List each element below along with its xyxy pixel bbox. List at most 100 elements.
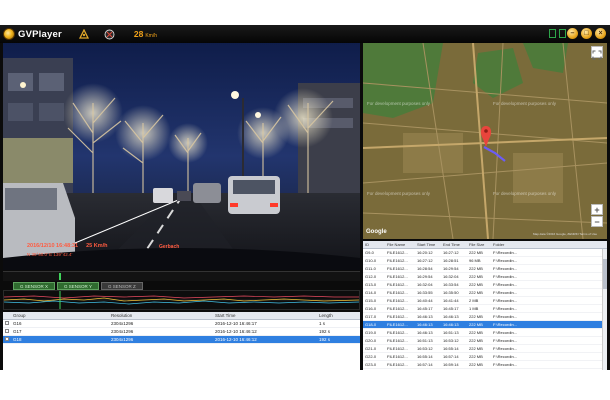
- cell-file-size: 222 MB: [469, 362, 483, 367]
- tab-sensor-z[interactable]: G SENSOR Z: [100, 282, 143, 290]
- col-end-time[interactable]: End Time: [441, 242, 467, 247]
- cell-length: 192 s: [319, 329, 331, 334]
- file-row[interactable]: G17-0 FILE1612... 16:46:13 16:46:13 222 MB F:…: [363, 313, 607, 321]
- group-row[interactable]: G17 2304x1296 2016-12-10 16:46:12 192 s: [3, 328, 360, 336]
- cell-end-time: 16:46:13: [443, 322, 459, 327]
- file-row[interactable]: G9-0 FILE1612... 16:20:12 16:27:12 222 MB F:\…: [363, 249, 607, 257]
- sensor-tabs: G SENSOR X G SENSOR Y G SENSOR Z: [3, 282, 360, 290]
- cell-id: G16-0: [365, 306, 377, 311]
- scrollbar-thumb[interactable]: [603, 259, 607, 289]
- row-checkbox[interactable]: [3, 337, 11, 342]
- dashcam-frame: [3, 43, 360, 270]
- col-start-time[interactable]: Start Time: [415, 242, 441, 247]
- cell-file-size: 222 MB: [469, 250, 483, 255]
- map-attribution[interactable]: Map data ©2016 Google, ZENRIN Terms of U…: [533, 232, 597, 236]
- file-row[interactable]: G15-0 FILE1612... 16:40:44 16:41:44 2 MB F:\R…: [363, 297, 607, 305]
- close-button[interactable]: ×: [595, 28, 606, 39]
- g-sensor-graph[interactable]: [3, 290, 360, 310]
- cell-start-time: 16:57:14: [417, 362, 433, 367]
- col-resolution[interactable]: Resolution: [109, 313, 213, 318]
- cell-start-time: 16:51:13: [417, 338, 433, 343]
- google-logo: Google: [366, 229, 387, 235]
- file-row[interactable]: G23-0 FILE1612... 16:57:14 16:59:14 222 MB F:…: [363, 361, 607, 369]
- col-group[interactable]: Group: [11, 313, 109, 318]
- cell-resolution: 2304x1296: [111, 321, 134, 326]
- row-checkbox[interactable]: [3, 321, 11, 326]
- file-row[interactable]: G19-0 FILE1612... 16:46:13 16:51:13 222 MB F:…: [363, 329, 607, 337]
- map-canvas: [363, 43, 607, 239]
- group-row[interactable]: G18 2304x1296 2016-12-10 16:46:12 192 s: [3, 336, 360, 344]
- cell-start-time: 2016-12-10 16:46:17: [215, 321, 257, 326]
- video-view[interactable]: 2016/12/10 16:48:31 25 Km/h N 35°40.0' E …: [3, 43, 360, 270]
- speed-value: 28: [133, 29, 144, 39]
- map-dev-note-3: For development purposes only: [367, 191, 431, 196]
- file-row[interactable]: G11-0 FILE1612... 16:28:54 16:29:54 222 MB F:…: [363, 265, 607, 273]
- file-row[interactable]: G14-0 FILE1612... 16:33:55 16:35:50 222 MB F:…: [363, 289, 607, 297]
- cell-length: 1 s: [319, 321, 326, 326]
- fullscreen-button[interactable]: [591, 46, 603, 60]
- file-table-scrollbar[interactable]: [602, 249, 607, 370]
- gvplayer-window: GVPlayer 28 Km/h – □ × 2016/12/10 16:48:…: [0, 25, 610, 370]
- cell-start-time: 2016-12-10 16:46:12: [215, 337, 257, 342]
- cell-start-time: 16:32:04: [417, 282, 433, 287]
- cell-start-time: 16:28:54: [417, 266, 433, 271]
- file-table: ID File Name Start Time End Time File Si…: [363, 241, 607, 370]
- gps-globe-icon[interactable]: [104, 28, 116, 40]
- cell-start-time: 2016-12-10 16:46:12: [215, 329, 257, 334]
- timeline-marker[interactable]: [59, 273, 61, 280]
- cell-id: G11-0: [365, 266, 376, 271]
- col-id[interactable]: ID: [363, 242, 385, 247]
- cell-file-size: 1 MB: [469, 306, 479, 311]
- signal-icon[interactable]: [78, 28, 90, 40]
- cell-id: G23-0: [365, 362, 377, 367]
- cell-start-time: 16:40:44: [417, 298, 433, 303]
- file-row[interactable]: G21-0 FILE1612... 16:53:12 16:55:14 222 MB F:…: [363, 345, 607, 353]
- file-row[interactable]: G22-0 FILE1612... 16:55:14 16:57:14 222 MB F:…: [363, 353, 607, 361]
- row-checkbox[interactable]: [3, 329, 11, 334]
- col-start-time[interactable]: Start Time: [213, 313, 317, 318]
- col-file-size[interactable]: File Size: [467, 242, 491, 247]
- cell-end-time: 16:29:54: [443, 266, 459, 271]
- col-length[interactable]: Length: [317, 313, 357, 318]
- file-row[interactable]: G13-0 FILE1612... 16:32:04 16:33:54 222 MB F:…: [363, 281, 607, 289]
- map-view[interactable]: For development purposes only For develo…: [363, 43, 607, 239]
- minimize-button[interactable]: –: [567, 28, 578, 39]
- cell-folder: F:\Recordin...: [493, 354, 518, 359]
- cell-folder: F:\Recordin...: [493, 282, 518, 287]
- cell-start-time: 16:46:13: [417, 322, 433, 327]
- speed-readout: 28 Km/h: [134, 29, 157, 39]
- zoom-out-button[interactable]: −: [591, 216, 603, 227]
- cell-end-time: 16:33:54: [443, 282, 459, 287]
- cell-end-time: 16:59:14: [443, 362, 459, 367]
- maximize-button[interactable]: □: [581, 28, 592, 39]
- col-folder[interactable]: Folder: [491, 242, 521, 247]
- cell-id: G20-0: [365, 338, 377, 343]
- cell-file-size: 222 MB: [469, 354, 483, 359]
- group-table: Group Resolution Start Time Length G16 23…: [3, 312, 360, 370]
- cell-file-size: 222 MB: [469, 330, 483, 335]
- cell-file-name: FILE1612...: [387, 258, 408, 263]
- tab-sensor-y[interactable]: G SENSOR Y: [57, 282, 99, 290]
- layout-dual-icon[interactable]: [559, 29, 566, 38]
- file-row[interactable]: G18-0 FILE1612... 16:46:13 16:46:13 222 MB F:…: [363, 321, 607, 329]
- app-logo-icon: [3, 28, 15, 40]
- timeline-bar[interactable]: [3, 271, 360, 281]
- cell-id: G17-0: [365, 314, 377, 319]
- cell-file-size: 222 MB: [469, 338, 483, 343]
- col-file-name[interactable]: File Name: [385, 242, 415, 247]
- zoom-in-button[interactable]: +: [591, 204, 603, 215]
- file-row[interactable]: G16-0 FILE1612... 16:45:17 16:45:17 1 MB F:\R…: [363, 305, 607, 313]
- file-row[interactable]: G24-0FILE1612...16:59:1417:01:14222 MBF:…: [363, 369, 607, 370]
- tab-sensor-x[interactable]: G SENSOR X: [13, 282, 56, 290]
- cell-folder: F:\Recordin...: [493, 330, 518, 335]
- cell-file-name: FILE1612...: [387, 298, 408, 303]
- layout-single-icon[interactable]: [549, 29, 556, 38]
- cell-id: G14-0: [365, 290, 377, 295]
- file-row[interactable]: G12-0 FILE1612... 16:29:54 16:32:04 222 MB F:…: [363, 273, 607, 281]
- file-row[interactable]: G20-0 FILE1612... 16:51:13 16:53:12 222 MB F:…: [363, 337, 607, 345]
- title-bar: GVPlayer 28 Km/h – □ ×: [0, 25, 610, 43]
- cell-end-time: 16:55:14: [443, 346, 459, 351]
- group-row[interactable]: G16 2304x1296 2016-12-10 16:46:17 1 s: [3, 320, 360, 328]
- file-row[interactable]: G10-0 FILE1612... 16:27:12 16:28:51 96 MB F:\…: [363, 257, 607, 265]
- layout-toggles: [549, 29, 566, 38]
